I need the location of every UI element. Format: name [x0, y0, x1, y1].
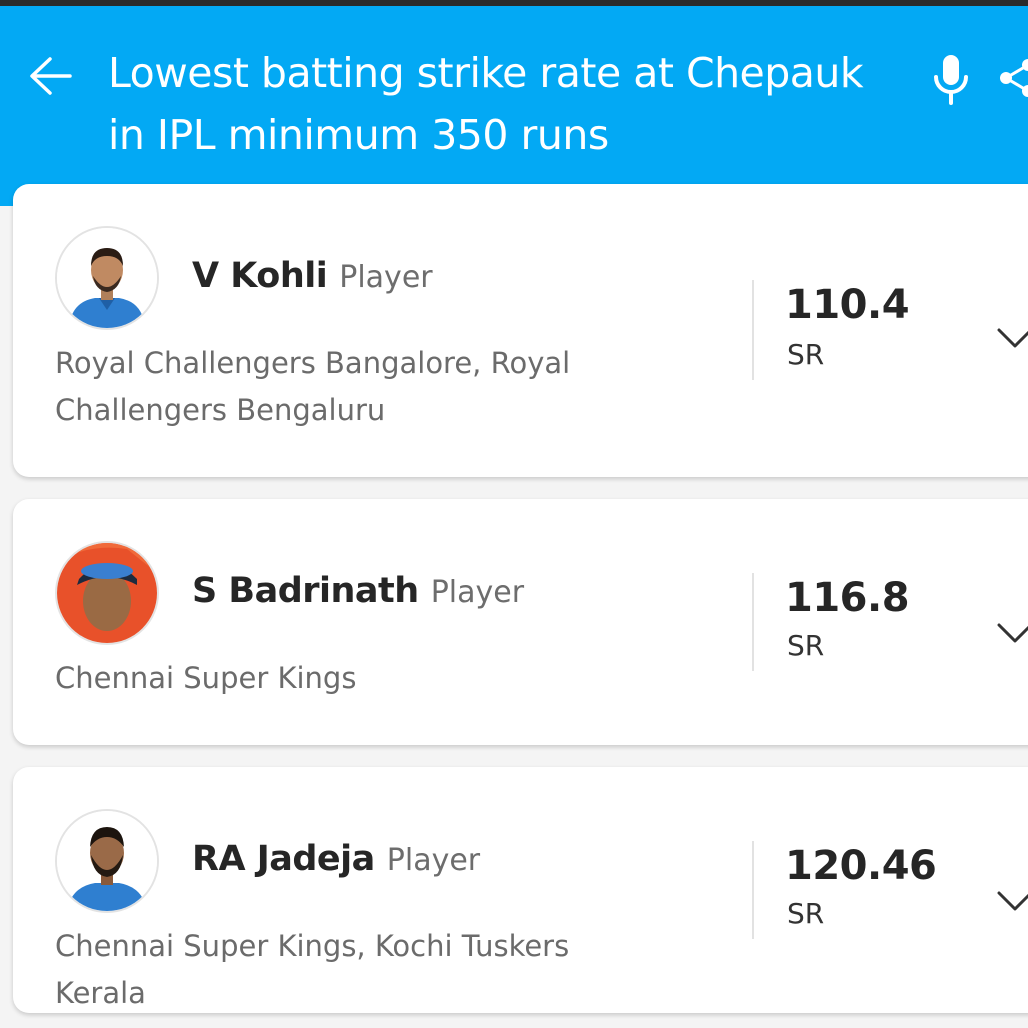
player-teams: Chennai Super Kings — [55, 661, 357, 695]
expand-button[interactable] — [995, 887, 1028, 917]
player-role: Player — [339, 260, 433, 295]
expand-button[interactable] — [995, 619, 1028, 649]
divider — [752, 573, 754, 671]
player-name[interactable]: V Kohli — [192, 256, 328, 296]
player-name-line: V Kohli Player — [192, 256, 433, 296]
back-arrow-icon — [30, 57, 72, 95]
result-card[interactable]: S Badrinath Player Chennai Super Kings 11… — [13, 499, 1028, 745]
microphone-icon — [934, 55, 968, 105]
voice-search-button[interactable] — [924, 52, 978, 108]
stat-label: SR — [787, 338, 825, 371]
player-name-line: RA Jadeja Player — [192, 839, 480, 879]
player-role: Player — [386, 843, 481, 878]
back-button[interactable] — [24, 50, 76, 102]
player-name-line: S Badrinath Player — [192, 571, 524, 611]
search-header: Lowest batting strike rate at Chepauk in… — [0, 6, 1028, 206]
player-avatar — [55, 809, 159, 913]
player-teams: Chennai Super Kings, Kochi Tuskers Keral… — [55, 929, 570, 1010]
player-avatar — [55, 226, 159, 330]
chevron-down-icon — [997, 328, 1028, 348]
result-card[interactable]: V Kohli Player Royal Challengers Bangalor… — [13, 184, 1028, 477]
search-query[interactable]: Lowest batting strike rate at Chepauk in… — [108, 42, 898, 166]
player-avatar — [55, 541, 159, 645]
player-name[interactable]: RA Jadeja — [192, 839, 375, 879]
player-teams: Royal Challengers Bangalore, Royal Chall… — [55, 346, 571, 427]
result-card[interactable]: RA Jadeja Player Chennai Super Kings, Koc… — [13, 767, 1028, 1013]
stat-label: SR — [787, 629, 825, 662]
stat-label: SR — [787, 897, 825, 930]
player-name[interactable]: S Badrinath — [192, 571, 419, 611]
chevron-down-icon — [997, 891, 1028, 911]
player-role: Player — [430, 575, 525, 610]
divider — [752, 841, 754, 939]
share-icon — [1000, 59, 1028, 97]
divider — [752, 280, 754, 380]
expand-button[interactable] — [995, 324, 1028, 354]
stat-value: 110.4 — [785, 282, 910, 328]
share-button[interactable] — [994, 58, 1028, 102]
chevron-down-icon — [997, 623, 1028, 643]
stat-value: 116.8 — [785, 575, 910, 621]
stat-value: 120.46 — [785, 843, 937, 889]
